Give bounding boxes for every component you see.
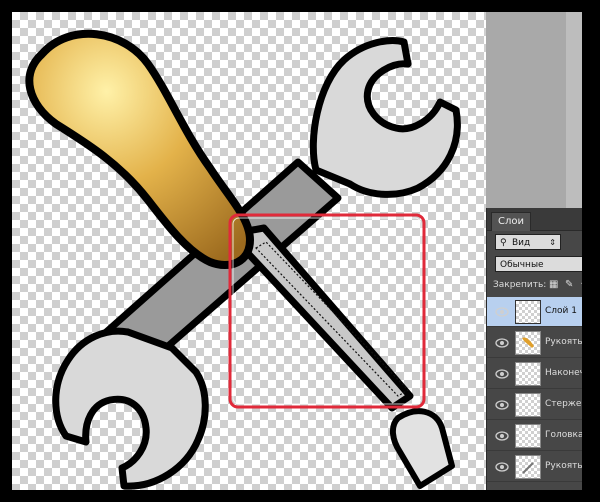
handle-thumb-icon xyxy=(522,337,534,348)
layer-thumbnail xyxy=(515,362,541,386)
document-canvas[interactable]: Слои ⚲ Вид ⇕ Обычные Закрепить: ▦ ✎ ✥ xyxy=(12,12,582,490)
layer-list: Слой 1 Рукоять от Наконечни Стержень Головка… xyxy=(487,297,582,490)
layer-row[interactable]: Наконечни xyxy=(487,359,582,389)
wrench-head-bottom xyxy=(52,327,209,490)
lock-label: Закрепить: xyxy=(493,280,547,290)
filter-row: ⚲ Вид ⇕ xyxy=(487,231,582,253)
search-icon: ⚲ xyxy=(500,238,507,248)
layer-thumbnail xyxy=(515,393,541,417)
layer-filter-value: Вид xyxy=(512,238,531,248)
blend-mode-value: Обычные xyxy=(500,260,544,270)
layer-thumbnail xyxy=(515,424,541,448)
layer-thumbnail xyxy=(515,331,541,355)
lock-image-icon[interactable]: ✎ xyxy=(565,279,573,290)
layer-row[interactable]: Рукоять кл xyxy=(487,452,582,482)
eye-icon[interactable] xyxy=(495,306,509,318)
layer-name: Рукоять кл xyxy=(545,461,582,471)
layer-name: Стержень xyxy=(545,399,582,409)
eye-icon[interactable] xyxy=(495,430,509,442)
screwdriver-handle xyxy=(25,29,254,269)
layer-filter-select[interactable]: ⚲ Вид ⇕ xyxy=(495,234,561,250)
layers-panel-tabbar: Слои xyxy=(487,208,582,231)
layer-name: Рукоять от xyxy=(545,337,582,347)
chevron-updown-icon: ⇕ xyxy=(549,238,556,247)
wrench-head-top xyxy=(309,37,461,198)
layers-panel[interactable]: Слои ⚲ Вид ⇕ Обычные Закрепить: ▦ ✎ ✥ xyxy=(486,208,582,490)
layer-thumbnail xyxy=(515,455,541,479)
layer-thumbnail xyxy=(515,300,541,324)
blend-row: Обычные xyxy=(487,253,582,275)
layer-row[interactable]: Рукоять от xyxy=(487,328,582,358)
layer-row[interactable]: Головка кл xyxy=(487,421,582,451)
layer-row[interactable]: Слой 1 xyxy=(487,297,582,327)
blend-mode-select[interactable]: Обычные xyxy=(495,256,582,272)
screenshot-frame: Слои ⚲ Вид ⇕ Обычные Закрепить: ▦ ✎ ✥ xyxy=(0,0,600,502)
layer-name: Слой 1 xyxy=(545,306,577,316)
eye-icon[interactable] xyxy=(495,461,509,473)
eye-icon[interactable] xyxy=(495,399,509,411)
layer-row[interactable]: Стержень xyxy=(487,390,582,420)
pasteboard-strip xyxy=(566,12,582,208)
tab-layers[interactable]: Слои xyxy=(491,212,531,231)
screwdriver-tip xyxy=(390,408,455,489)
eye-icon[interactable] xyxy=(495,337,509,349)
eye-icon[interactable] xyxy=(495,368,509,380)
lock-position-icon[interactable]: ✥ xyxy=(581,279,582,290)
lock-row: Закрепить: ▦ ✎ ✥ xyxy=(487,275,582,298)
wrench-thumb-icon xyxy=(522,462,534,474)
layer-name: Головка кл xyxy=(545,430,582,440)
lock-transparent-icon[interactable]: ▦ xyxy=(549,279,558,290)
layer-name: Наконечни xyxy=(545,368,582,378)
